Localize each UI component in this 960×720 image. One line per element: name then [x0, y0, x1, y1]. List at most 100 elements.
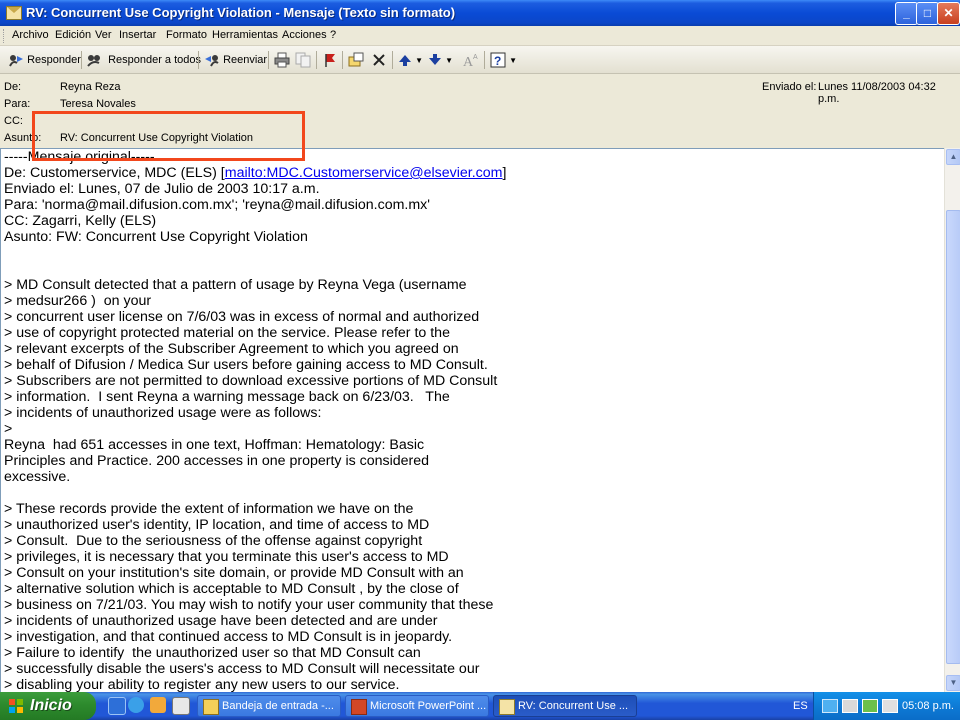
arrow-down-icon — [429, 54, 441, 66]
font-size-button[interactable]: AA — [462, 50, 478, 70]
powerpoint-icon — [351, 699, 367, 715]
body-line: > Consult. Due to the seriousness of the… — [4, 533, 423, 549]
clock: 05:08 p.m. — [902, 700, 954, 712]
window-title-bar[interactable]: RV: Concurrent Use Copyright Violation -… — [0, 0, 960, 26]
vertical-scrollbar[interactable]: ▲ ▼ — [944, 148, 960, 692]
body-line: Enviado el: Lunes, 07 de Julio de 2003 1… — [4, 181, 320, 197]
menu-archivo[interactable]: Archivo — [12, 29, 49, 41]
to-value[interactable]: Teresa Novales — [60, 98, 136, 110]
scroll-down-button[interactable]: ▼ — [946, 675, 960, 691]
start-label: Inicio — [30, 697, 72, 714]
print-button[interactable] — [274, 50, 290, 70]
flag-button[interactable] — [322, 50, 338, 70]
subject-highlight-box — [32, 111, 305, 161]
maximize-button[interactable]: □ — [916, 2, 939, 25]
menu-help[interactable]: ? — [330, 29, 336, 41]
sent-label: Enviado el: — [762, 81, 817, 93]
toolbar-separator — [316, 51, 317, 69]
printer-icon — [274, 52, 290, 68]
body-line: > business on 7/21/03. You may wish to n… — [4, 597, 494, 613]
arrow-up-icon — [399, 55, 411, 67]
quicklaunch-media-icon[interactable] — [172, 697, 190, 715]
start-button[interactable]: Inicio — [0, 692, 96, 720]
toolbar-separator — [392, 51, 393, 69]
forward-button[interactable]: Reenviar — [204, 50, 267, 70]
body-line: > privileges, it is necessary that you t… — [4, 549, 449, 565]
chevron-down-icon[interactable]: ▼ — [509, 56, 517, 65]
body-line: > investigation, and that continued acce… — [4, 629, 453, 645]
task-label: Microsoft PowerPoint ... — [370, 700, 487, 712]
tray-app-icon[interactable] — [882, 699, 898, 713]
body-line: > Consult on your institution's site dom… — [4, 565, 464, 581]
body-line: > concurrent user license on 7/6/03 was … — [4, 309, 480, 325]
body-line: > — [4, 421, 13, 437]
body-line: > behalf of Difusion / Medica Sur users … — [4, 357, 488, 373]
network-icon[interactable] — [822, 699, 838, 713]
menu-acciones[interactable]: Acciones — [282, 29, 327, 41]
menu-edicion[interactable]: Edición — [55, 29, 91, 41]
reply-label: Responder — [27, 54, 81, 66]
chevron-down-icon[interactable]: ▼ — [415, 56, 423, 65]
close-button[interactable]: ✕ — [937, 2, 960, 25]
scroll-thumb[interactable] — [946, 210, 960, 664]
copy-button[interactable] — [295, 50, 311, 70]
chevron-down-icon[interactable]: ▼ — [445, 56, 453, 65]
volume-icon[interactable] — [842, 699, 858, 713]
menu-bar: Archivo Edición Ver Insertar Formato Her… — [0, 26, 960, 46]
toolbar: Responder Responder a todos Reenviar ▼ ▼… — [0, 46, 960, 74]
body-line: > Subscribers are not permitted to downl… — [4, 373, 498, 389]
task-label: Bandeja de entrada -... — [222, 700, 334, 712]
next-item-button[interactable]: ▼ — [428, 50, 453, 70]
delete-x-icon — [373, 54, 385, 66]
reply-all-icon — [87, 55, 100, 67]
from-value[interactable]: Reyna Reza — [60, 81, 121, 93]
menu-herramientas[interactable]: Herramientas — [212, 29, 278, 41]
body-line: > relevant excerpts of the Subscriber Ag… — [4, 341, 459, 357]
envelope-icon — [499, 699, 515, 715]
minimize-button[interactable]: _ — [895, 2, 918, 25]
sent-value: Lunes 11/08/2003 04:32 p.m. — [818, 81, 936, 105]
toolbar-separator — [268, 51, 269, 69]
menu-formato[interactable]: Formato — [166, 29, 207, 41]
quicklaunch-outlook-icon[interactable] — [150, 697, 166, 713]
body-line: Para: 'norma@mail.difusion.com.mx'; 'rey… — [4, 197, 430, 213]
delete-button[interactable] — [372, 50, 386, 70]
forward-icon — [205, 55, 219, 67]
reply-all-label: Responder a todos — [108, 54, 202, 66]
body-line: > medsur266 ) on your — [4, 293, 152, 309]
task-label: RV: Concurrent Use ... — [518, 700, 629, 712]
help-button[interactable]: ? ▼ — [490, 50, 517, 70]
body-line: > unauthorized user's identity, IP locat… — [4, 517, 430, 533]
system-tray: ES 05:08 p.m. — [793, 692, 960, 720]
svg-text:?: ? — [494, 54, 501, 68]
grip-handle[interactable] — [3, 29, 7, 43]
toolbar-separator — [198, 51, 199, 69]
reply-button[interactable]: Responder — [8, 50, 81, 70]
help-icon: ? — [490, 52, 506, 68]
body-from-suffix: ] — [502, 165, 507, 181]
scroll-up-button[interactable]: ▲ — [946, 149, 960, 165]
task-inbox[interactable]: Bandeja de entrada -... — [197, 695, 341, 717]
task-powerpoint[interactable]: Microsoft PowerPoint ... — [345, 695, 489, 717]
quicklaunch-ie-icon[interactable] — [128, 697, 144, 713]
menu-ver[interactable]: Ver — [95, 29, 112, 41]
body-line: > MD Consult detected that a pattern of … — [4, 277, 467, 293]
tray-app-icon[interactable] — [862, 699, 878, 713]
envelope-icon — [6, 6, 22, 20]
forward-label: Reenviar — [223, 54, 268, 66]
menu-insertar[interactable]: Insertar — [119, 29, 156, 41]
mailto-link[interactable]: mailto:MDC.Customerservice@elsevier.com — [225, 165, 503, 181]
body-line: > disabling your ability to register any… — [4, 677, 400, 692]
quicklaunch-desktop-icon[interactable] — [108, 697, 126, 715]
message-body[interactable]: -----Mensaje original----- De: Customers… — [0, 148, 944, 692]
previous-item-button[interactable]: ▼ — [398, 50, 423, 70]
move-to-folder-button[interactable] — [348, 50, 364, 70]
svg-text:A: A — [473, 54, 478, 61]
body-line: > incidents of unauthorized usage were a… — [4, 405, 322, 421]
reply-all-button[interactable]: Responder a todos — [87, 50, 201, 70]
language-indicator[interactable]: ES — [793, 700, 808, 712]
copy-icon — [295, 52, 311, 68]
task-message[interactable]: RV: Concurrent Use ... — [493, 695, 637, 717]
windows-logo-icon — [9, 699, 23, 713]
body-from-line: De: Customerservice, MDC (ELS) [mailto:M… — [4, 165, 506, 181]
